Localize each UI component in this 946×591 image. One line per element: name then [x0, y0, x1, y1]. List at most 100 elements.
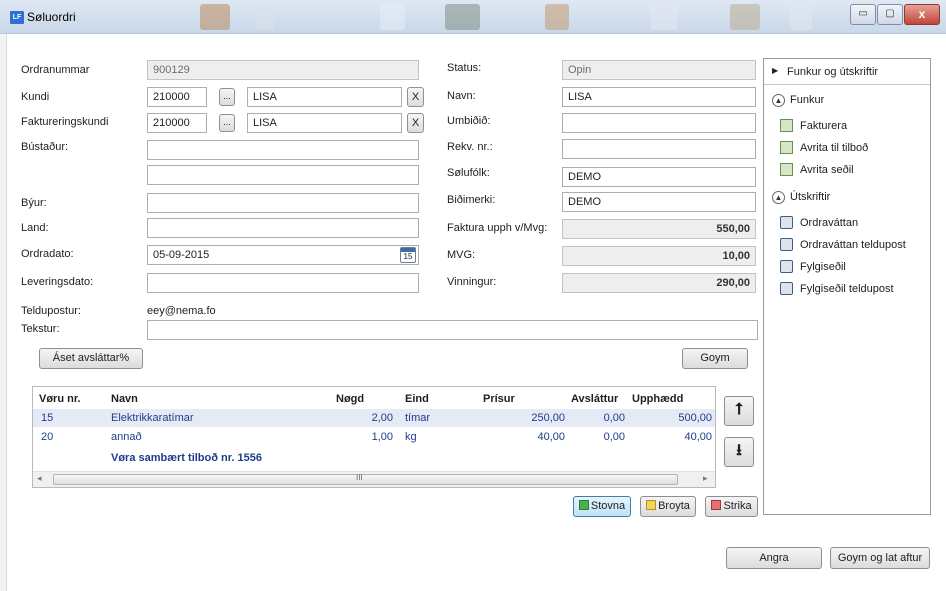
row1-eind: tímar	[405, 412, 431, 424]
row1-voru-nr: 15	[41, 412, 54, 424]
status-field[interactable]: Opin	[562, 60, 756, 80]
window-title: Søluordri	[27, 10, 76, 24]
label-land: Land:	[21, 222, 49, 234]
ordranummar-field[interactable]: 900129	[147, 60, 419, 80]
printer-icon	[780, 260, 793, 273]
label-vinningur: Vinningur:	[447, 276, 497, 288]
close-button[interactable]: x	[904, 4, 940, 25]
fakt-kundi-number-field[interactable]: 210000	[147, 113, 207, 133]
aset-avslattar-button[interactable]: Áset avsláttar%	[39, 348, 143, 369]
fakt-kundi-browse-button[interactable]: ...	[219, 114, 235, 132]
collapse-utskriftir-icon[interactable]: ▲	[772, 191, 785, 204]
strika-label: Strika	[723, 500, 752, 512]
delete-icon	[711, 500, 722, 510]
grid-footer-note: Vøra sambært tilboð nr. 1556	[111, 452, 262, 464]
navn-field[interactable]: LISA	[562, 87, 756, 107]
bustadur-field-2[interactable]	[147, 165, 419, 185]
side-item-fylgisedil[interactable]: Fylgiseðil	[800, 261, 846, 273]
byur-field[interactable]	[147, 193, 419, 213]
doc-icon	[780, 163, 793, 176]
kundi-number-field[interactable]: 210000	[147, 87, 207, 107]
arrow-down-icon: ⭳	[736, 442, 742, 459]
scroll-right-icon[interactable]: ▸	[703, 473, 708, 484]
move-down-button[interactable]: ⭳	[724, 437, 754, 467]
label-faktureringskundi: Faktureringskundi	[21, 116, 109, 128]
scroll-thumb[interactable]: III	[53, 473, 678, 485]
label-ordradato: Ordradato:	[21, 248, 74, 260]
tekstur-field[interactable]	[147, 320, 758, 340]
kundi-clear-button[interactable]: X	[407, 87, 424, 107]
label-teldupostur: Teldupostur:	[21, 305, 81, 317]
printer-icon	[780, 216, 793, 229]
label-leveringsdato: Leveringsdato:	[21, 276, 94, 288]
row1-avslattur: 0,00	[603, 412, 625, 424]
row1-prisur: 250,00	[531, 412, 565, 424]
calendar-icon[interactable]: 15	[400, 247, 416, 263]
row2-eind: kg	[405, 431, 417, 443]
grid-header-nogd: Nøgd	[336, 393, 365, 405]
label-bustadur: Bústaður:	[21, 141, 69, 153]
teldupostur-value: eey@nema.fo	[147, 305, 216, 317]
strika-button[interactable]: Strika	[705, 496, 758, 517]
land-field[interactable]	[147, 218, 419, 238]
edit-icon	[646, 500, 657, 510]
row2-prisur: 40,00	[537, 431, 565, 443]
fakt-kundi-name-field[interactable]: LISA	[247, 113, 402, 133]
scroll-left-icon[interactable]: ◂	[37, 473, 42, 484]
label-faktura-upph: Faktura upph v/Mvg:	[447, 222, 548, 234]
goym-og-lat-aftur-button[interactable]: Goym og lat aftur	[830, 547, 930, 569]
solufolk-field[interactable]: DEMO	[562, 167, 756, 187]
broyta-label: Broyta	[658, 500, 690, 512]
stovna-button[interactable]: Stovna	[573, 496, 631, 517]
grid-horizontal-scrollbar[interactable]: ◂ III ▸	[33, 471, 715, 487]
ordradato-field[interactable]: 05-09-2015	[147, 245, 419, 265]
add-icon	[578, 500, 589, 510]
grid-header-navn: Navn	[111, 393, 138, 405]
left-gutter	[0, 34, 7, 591]
leveringsdato-field[interactable]	[147, 273, 419, 293]
kundi-name-field[interactable]: LISA	[247, 87, 402, 107]
mvg-field[interactable]: 10,00	[562, 246, 756, 266]
side-item-avrita-sedil[interactable]: Avrita seðil	[800, 164, 854, 176]
collapse-funkur-icon[interactable]: ▲	[772, 94, 785, 107]
faktura-upph-field[interactable]: 550,00	[562, 219, 756, 239]
angra-button[interactable]: Angra	[726, 547, 822, 569]
bustadur-field-1[interactable]	[147, 140, 419, 160]
row1-navn: Elektrikkaratímar	[111, 412, 194, 424]
table-row[interactable]: 20 annað 1,00 kg 40,00 0,00 40,00	[33, 428, 715, 446]
funkur-section-title: Funkur	[790, 94, 825, 106]
goym-button[interactable]: Goym	[682, 348, 748, 369]
label-mvg: MVG:	[447, 249, 476, 261]
vinningur-field[interactable]: 290,00	[562, 273, 756, 293]
title-bar	[0, 0, 946, 34]
label-solufolk: Sølufólk:	[447, 167, 490, 179]
side-item-ordravattan-teldupost[interactable]: Ordraváttan teldupost	[800, 239, 906, 251]
broyta-button[interactable]: Broyta	[640, 496, 696, 517]
side-item-fylgisedil-teldupost[interactable]: Fylgiseðil teldupost	[800, 283, 894, 295]
scroll-grip: III	[356, 473, 363, 482]
stovna-label: Stovna	[590, 500, 626, 512]
side-item-avrita-tilbod[interactable]: Avrita til tilboð	[800, 142, 868, 154]
bidimerki-field[interactable]: DEMO	[562, 192, 756, 212]
label-umbidid: Umbiðið:	[447, 115, 491, 127]
side-item-ordravattan[interactable]: Ordraváttan	[800, 217, 858, 229]
utskriftir-section-title: Útskriftir	[790, 191, 831, 203]
maximize-button[interactable]: ▢	[877, 4, 903, 25]
order-lines-grid: Vøru nr. Navn Nøgd Eind Prísur Avsláttur…	[32, 386, 716, 488]
side-item-fakturera[interactable]: Fakturera	[800, 120, 847, 132]
doc-icon	[780, 141, 793, 154]
arrow-up-icon: ⭡	[735, 401, 743, 418]
table-row[interactable]: 15 Elektrikkaratímar 2,00 tímar 250,00 0…	[33, 409, 715, 427]
fakt-kundi-clear-button[interactable]: X	[407, 113, 424, 133]
grid-header-upphaedd: Upphædd	[632, 393, 684, 405]
kundi-browse-button[interactable]: ...	[219, 88, 235, 106]
label-tekstur: Tekstur:	[21, 323, 60, 335]
side-panel: ▶ Funkur og útskriftir ▲ Funkur Fakturer…	[763, 58, 931, 515]
label-byur: Býur:	[21, 197, 47, 209]
move-up-button[interactable]: ⭡	[724, 396, 754, 426]
umbidid-field[interactable]	[562, 113, 756, 133]
side-panel-header[interactable]: ▶ Funkur og útskriftir	[764, 59, 930, 85]
minimize-button[interactable]: ▭	[850, 4, 876, 25]
rekv-field[interactable]	[562, 139, 756, 159]
grid-header-voru-nr: Vøru nr.	[39, 393, 81, 405]
